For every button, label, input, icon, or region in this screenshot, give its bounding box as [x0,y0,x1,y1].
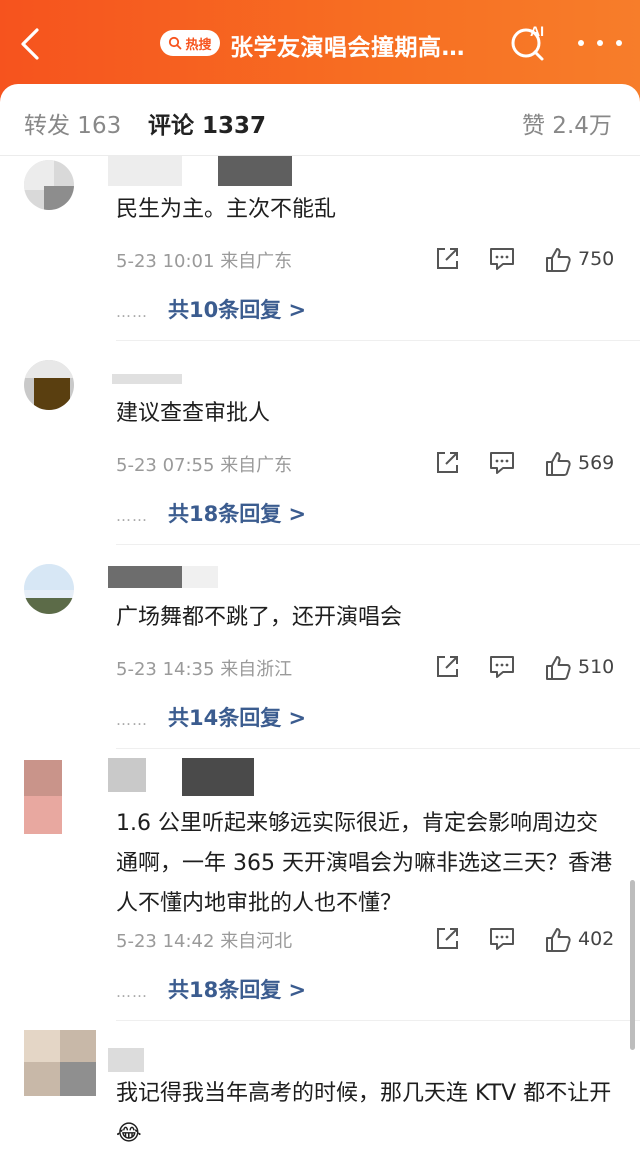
reply-count: 共18条回复 > [168,502,307,526]
comment-actions: 569 [430,450,630,480]
share-icon[interactable] [434,450,460,476]
comment-location: 来自广东 [220,251,293,272]
username-blurred[interactable] [218,156,292,186]
like-count: 402 [578,928,615,950]
comment-time: 5-23 10:01 [116,251,215,272]
reply-count: 共18条回复 > [168,978,307,1002]
username-blurred[interactable] [108,758,146,792]
reply-icon[interactable] [488,246,516,272]
avatar[interactable] [24,360,74,410]
avatar[interactable] [24,760,62,834]
comment-location: 来自河北 [220,931,293,952]
dot-icon [578,40,584,46]
share-icon[interactable] [434,926,460,952]
like-count: 750 [578,248,615,270]
avatar[interactable] [24,564,74,614]
more-button[interactable] [578,28,622,58]
divider [116,544,640,545]
hot-search-label: 热搜 [185,37,212,53]
laugh-cry-emoji-icon: 😂 [116,1121,142,1146]
view-replies-link[interactable]: …… 共10条回复 > [116,294,306,324]
like-count: 510 [578,656,615,678]
comment-location: 来自广东 [220,455,293,476]
like-icon[interactable] [544,654,572,682]
comment-text: 民生为主。主次不能乱 [116,197,337,222]
share-icon[interactable] [434,246,460,272]
back-button[interactable] [12,24,48,64]
hot-search-badge[interactable]: 热搜 [160,30,220,56]
comment-actions: 402 [430,926,630,956]
comment-location: 来自浙江 [220,659,293,680]
username-blurred[interactable] [108,566,182,588]
reply-dots: …… [116,711,148,729]
comment-meta: 5-23 10:01 来自广东 [116,247,292,273]
reply-dots: …… [116,983,148,1001]
divider [116,748,640,749]
view-replies-link[interactable]: …… 共18条回复 > [116,498,306,528]
comment-time: 5-23 14:35 [116,659,215,680]
comment-actions: 510 [430,654,630,684]
reply-icon[interactable] [488,450,516,476]
reply-icon[interactable] [488,926,516,952]
view-replies-link[interactable]: …… 共14条回复 > [116,702,306,732]
tab-bar: 转发 163 评论 1337 赞 2.4万 [0,84,640,156]
username-blurred[interactable] [108,1048,144,1072]
avatar[interactable] [24,1030,96,1096]
scrollbar[interactable] [630,880,635,1050]
comment-text: 我记得我当年高考的时候，那几天连 KTV 都不让开 😂 [116,1074,616,1154]
ai-search-icon: AI [511,23,544,61]
avatar[interactable] [24,160,74,210]
divider [116,340,640,341]
share-icon[interactable] [434,654,460,680]
username-blurred[interactable] [182,566,218,588]
reply-dots: …… [116,303,148,321]
comment-meta: 5-23 14:42 来自河北 [116,927,292,953]
ai-search-button[interactable]: AI [508,22,550,64]
divider [116,1020,640,1021]
username-blurred[interactable] [112,374,182,384]
ai-label: AI [530,23,544,39]
dot-icon [597,40,603,46]
comment-text: 建议查查审批人 [116,401,271,426]
comment-text: 广场舞都不跳了，还开演唱会 [116,605,403,630]
comment-actions: 750 [430,246,630,276]
view-replies-link[interactable]: …… 共18条回复 > [116,974,306,1004]
comment-meta: 5-23 07:55 来自广东 [116,451,292,477]
dot-icon [616,40,622,46]
search-icon [169,36,182,50]
comment-time: 5-23 14:42 [116,931,215,952]
tab-repost[interactable]: 转发 163 [24,106,121,140]
reply-count: 共14条回复 > [168,706,307,730]
comment-body: 我记得我当年高考的时候，那几天连 KTV 都不让开 [116,1081,612,1106]
reply-count: 共10条回复 > [168,298,307,322]
like-count: 569 [578,452,615,474]
tab-comments[interactable]: 评论 1337 [148,106,266,140]
comment-time: 5-23 07:55 [116,455,215,476]
like-icon[interactable] [544,246,572,274]
username-blurred[interactable] [182,758,254,796]
comment-text: 1.6 公里听起来够远实际很近，肯定会影响周边交通啊，一年 365 天开演唱会为… [116,811,612,916]
like-icon[interactable] [544,450,572,478]
like-icon[interactable] [544,926,572,954]
back-icon [21,28,39,60]
username-blurred[interactable] [108,156,182,186]
tab-likes[interactable]: 赞 2.4万 [522,106,612,140]
comment-meta: 5-23 14:35 来自浙江 [116,655,292,681]
reply-dots: …… [116,507,148,525]
reply-icon[interactable] [488,654,516,680]
topic-title[interactable]: 张学友演唱会撞期高… [230,28,490,62]
